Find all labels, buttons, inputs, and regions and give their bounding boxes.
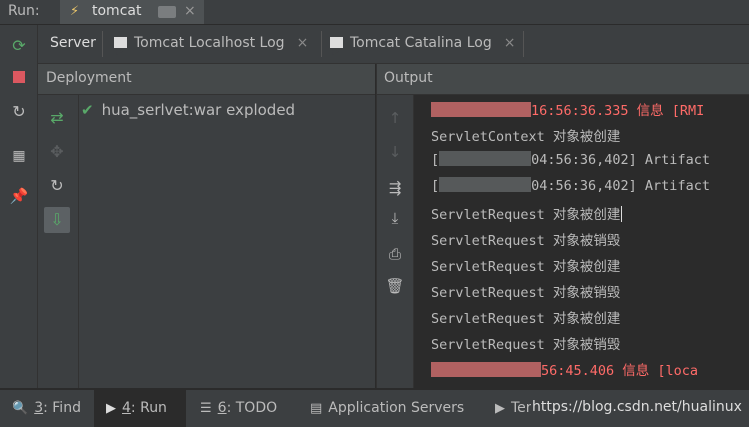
output-title: Output [384, 70, 433, 86]
soft-wrap-icon[interactable]: ⇶ [384, 177, 406, 199]
console-line: 56:45.406 信息 [loca [431, 359, 698, 379]
deployment-title: Deployment [46, 70, 132, 86]
console-line: ServletRequest 对象被创建 [431, 311, 621, 327]
deployment-header: Deployment [38, 64, 375, 95]
output-toolbar: ↑ ↓ ⇶ ⤓ ⎙ 🗑 [376, 95, 414, 388]
redacted-block [439, 177, 532, 192]
list-icon: ☰ [200, 401, 212, 416]
check-icon: ✔ [81, 101, 94, 119]
close-icon[interactable]: × [504, 35, 516, 51]
redacted-block [431, 362, 541, 377]
servers-icon: ▤ [310, 401, 323, 416]
tool-window-bar: 🔍 3: Find ▶ 4: Run ☰ 6: TODO ▤ Application S… [0, 389, 749, 427]
console-line: ServletRequest 对象被销毁 [431, 233, 621, 249]
tab-divider [321, 31, 322, 57]
console-line: 16:56:36.335 信息 [RMI [431, 99, 704, 119]
tab-server[interactable]: Server [50, 25, 96, 63]
server-tabs: Server Tomcat Localhost Log × Tomcat Cata… [38, 25, 749, 70]
run-label: Run: [8, 3, 40, 19]
run-tab-tomcat[interactable]: ⚡ tomcat × [60, 0, 204, 24]
todo-tab[interactable]: ☰ 6: TODO [200, 390, 277, 427]
tab-tomcat-localhost-log[interactable]: Tomcat Localhost Log × [114, 25, 309, 70]
log-icon [330, 34, 343, 70]
tab-divider [102, 31, 103, 57]
undeploy-icon[interactable]: ✥ [44, 139, 70, 165]
run-icon: ▶ [106, 401, 116, 416]
terminal-tab[interactable]: ▶Terminal [495, 390, 531, 427]
print-icon[interactable]: ⎙ [384, 243, 406, 265]
console-line: ServletContext 对象被创建 [431, 129, 621, 145]
arrow-down-icon[interactable]: ↓ [384, 141, 406, 163]
stop-button[interactable] [8, 67, 30, 89]
refresh-icon[interactable]: ↻ [8, 101, 30, 123]
console-line: ServletRequest 对象被销毁 [431, 337, 621, 353]
scroll-to-end-icon[interactable]: ⤓ [384, 207, 406, 229]
rerun-icon[interactable]: ⟳ [8, 35, 30, 57]
application-servers-tab[interactable]: ▤ Application Servers [310, 390, 464, 427]
deploy-all-icon[interactable]: ⇄ [44, 105, 70, 131]
arrow-up-icon[interactable]: ↑ [384, 107, 406, 129]
console-line: ServletRequest 对象被销毁 [431, 285, 621, 301]
redacted-block [439, 151, 532, 166]
terminal-icon: ▶ [495, 401, 505, 416]
redacted-block [431, 102, 531, 117]
trash-icon[interactable]: 🗑 [384, 275, 406, 297]
console-line: ServletRequest 对象被创建 [431, 206, 623, 223]
tomcat-icon: ⚡ [70, 4, 80, 19]
redacted-block [158, 6, 176, 18]
console-line: [04:56:36,402] Artifact [431, 151, 710, 168]
run-tab[interactable]: ▶ 4: Run [94, 390, 186, 427]
console-line: ServletRequest 对象被创建 [431, 259, 621, 275]
run-tool-column: ⟳ ↻ ▦ 📌 [0, 25, 38, 388]
close-icon[interactable]: × [297, 35, 309, 51]
close-icon[interactable]: × [184, 3, 196, 19]
update-icon[interactable]: ↻ [44, 173, 70, 199]
search-icon: 🔍 [12, 401, 29, 416]
console-line: [04:56:36,402] Artifact [431, 177, 710, 194]
text-caret [621, 206, 623, 222]
run-toolbar: Run: ⚡ tomcat × [0, 0, 749, 25]
pin-icon[interactable]: 📌 [8, 185, 30, 207]
layout-icon[interactable]: ▦ [8, 145, 30, 167]
tab-tomcat-catalina-log[interactable]: Tomcat Catalina Log × [330, 25, 516, 70]
deployment-toolbar: ⇄ ✥ ↻ ⇩ [38, 95, 79, 388]
console-output[interactable]: 16:56:36.335 信息 [RMI ServletContext 对象被创… [414, 95, 749, 388]
stop-icon [13, 71, 25, 83]
deploy-icon[interactable]: ⇩ [44, 207, 70, 233]
log-icon [114, 34, 127, 70]
deployment-tree: ✔ hua_serlvet:war exploded [79, 95, 375, 388]
tab-divider [523, 31, 524, 57]
find-tab[interactable]: 🔍 3: Find [12, 390, 81, 427]
tab-label: Tomcat Localhost Log [134, 35, 285, 51]
tab-label: Tomcat Catalina Log [350, 35, 492, 51]
artifact-label: hua_serlvet:war exploded [101, 101, 296, 119]
watermark: https://blog.csdn.net/hualinux [532, 399, 742, 415]
output-header: Output [376, 64, 749, 95]
artifact-item[interactable]: ✔ hua_serlvet:war exploded [81, 101, 295, 119]
run-tab-title: tomcat [92, 3, 142, 19]
